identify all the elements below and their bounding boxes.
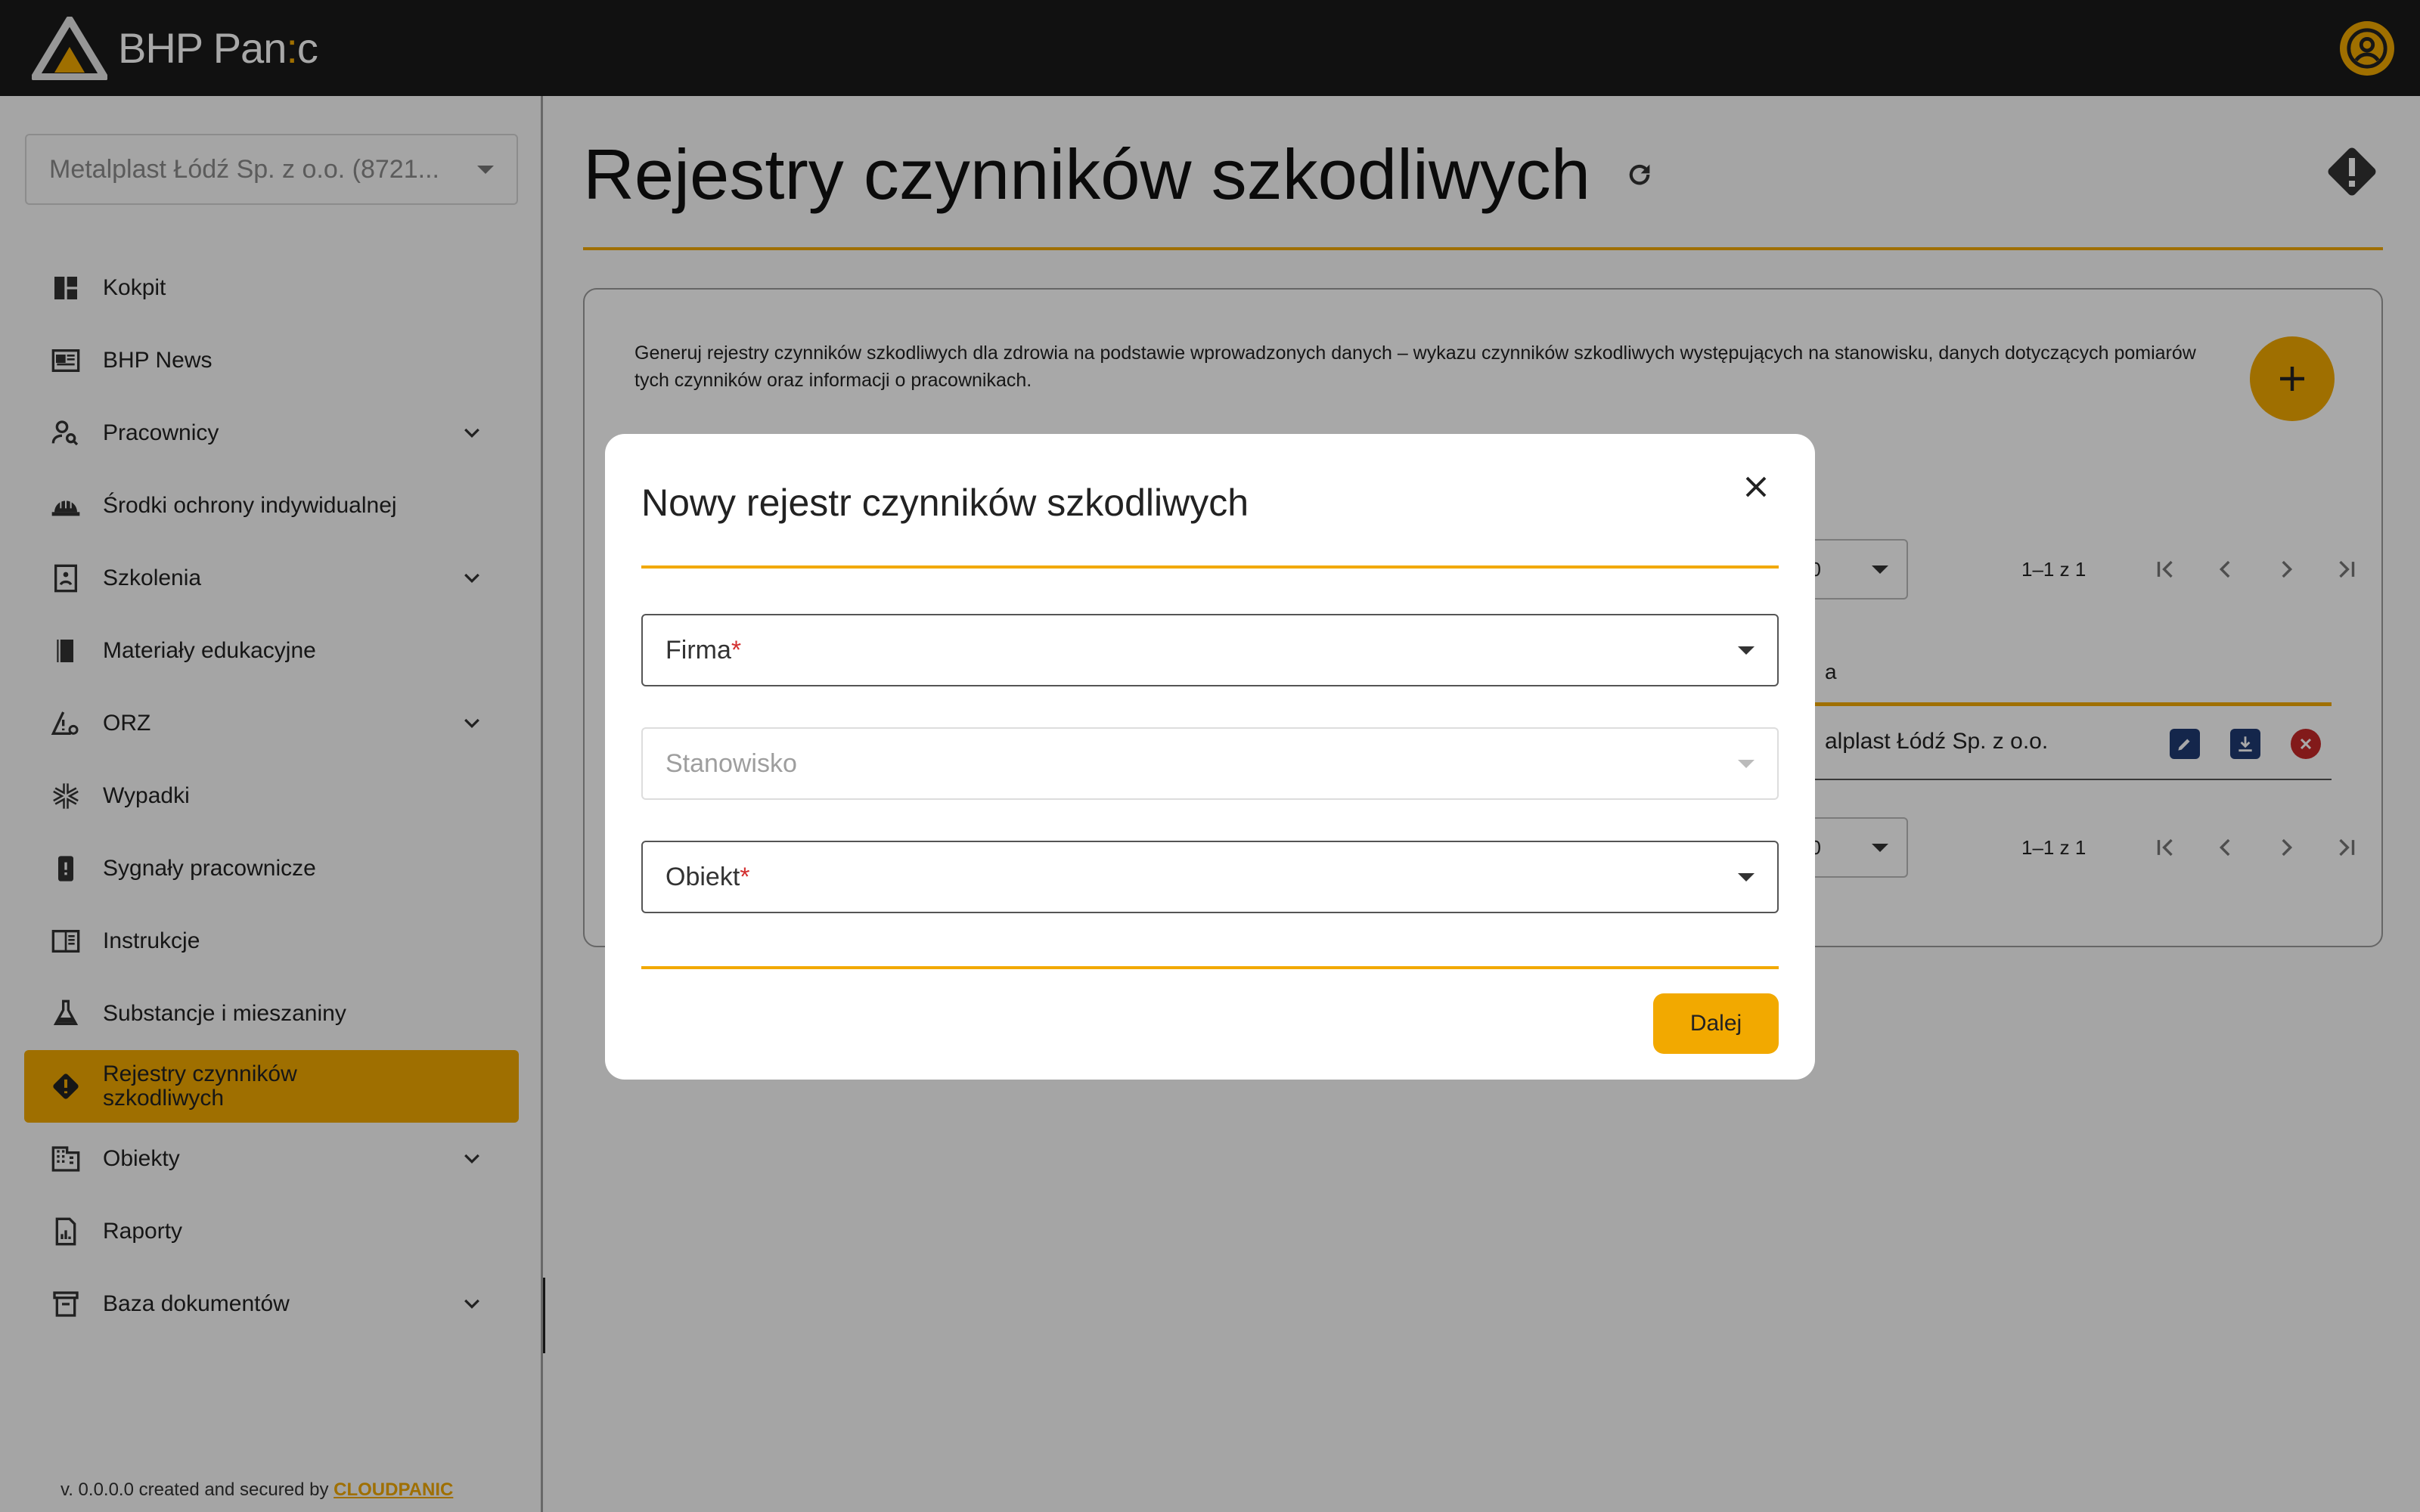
chevron-down-icon <box>1738 646 1754 655</box>
new-register-dialog: Nowy rejestr czynników szkodliwych Firma… <box>605 434 1815 1080</box>
obiekt-label: Obiekt* <box>666 862 750 891</box>
dialog-header-divider <box>641 565 1779 569</box>
chevron-down-icon <box>1738 759 1754 768</box>
chevron-down-icon <box>1738 872 1754 881</box>
dialog-footer-divider <box>641 966 1779 969</box>
stanowisko-label: Stanowisko <box>666 748 797 778</box>
next-button[interactable]: Dalej <box>1653 993 1779 1054</box>
firma-select[interactable]: Firma* <box>641 614 1779 686</box>
firma-label: Firma* <box>666 635 742 665</box>
close-icon[interactable] <box>1733 464 1779 510</box>
stanowisko-select: Stanowisko <box>641 727 1779 800</box>
dialog-title: Nowy rejestr czynników szkodliwych <box>641 482 1249 524</box>
obiekt-select[interactable]: Obiekt* <box>641 841 1779 913</box>
